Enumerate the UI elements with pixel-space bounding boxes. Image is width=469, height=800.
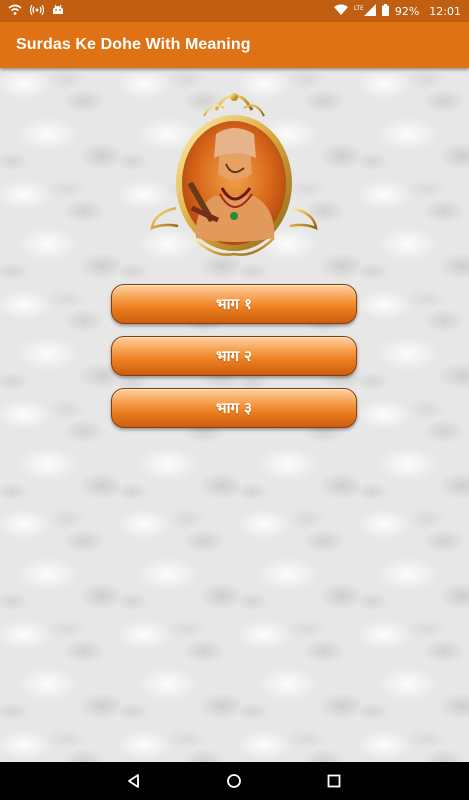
- clock-time: 12:01: [429, 4, 461, 18]
- main-content: भाग १ भाग २ भाग ३: [0, 68, 469, 762]
- recents-icon: [327, 774, 341, 788]
- home-button[interactable]: [222, 769, 246, 793]
- back-icon: [128, 774, 139, 788]
- network-type-label: LTE: [353, 5, 364, 12]
- surdas-portrait-image: [150, 93, 318, 256]
- part-1-button[interactable]: भाग १: [111, 284, 357, 324]
- wifi-icon: [8, 4, 22, 19]
- recents-button[interactable]: [322, 769, 346, 793]
- navigation-bar: [0, 762, 469, 800]
- hotspot-icon: [29, 4, 45, 19]
- app-bar: Surdas Ke Dohe With Meaning: [0, 22, 469, 68]
- battery-icon: [381, 3, 389, 19]
- signal-icon: [363, 3, 376, 19]
- android-icon: [52, 4, 64, 18]
- battery-percent: 92%: [394, 4, 420, 18]
- part-2-button[interactable]: भाग २: [111, 336, 357, 376]
- app-title: Surdas Ke Dohe With Meaning: [16, 36, 251, 53]
- status-bar: LTE 92% 12:01: [0, 0, 469, 22]
- status-left-icons: [8, 4, 64, 19]
- home-icon: [227, 774, 241, 788]
- part-3-button[interactable]: भाग ३: [111, 388, 357, 428]
- status-right-icons: LTE 92% 12:01: [333, 3, 461, 19]
- portrait-frame: [134, 88, 334, 258]
- back-button[interactable]: [122, 769, 146, 793]
- wifi-signal-icon: [333, 4, 348, 19]
